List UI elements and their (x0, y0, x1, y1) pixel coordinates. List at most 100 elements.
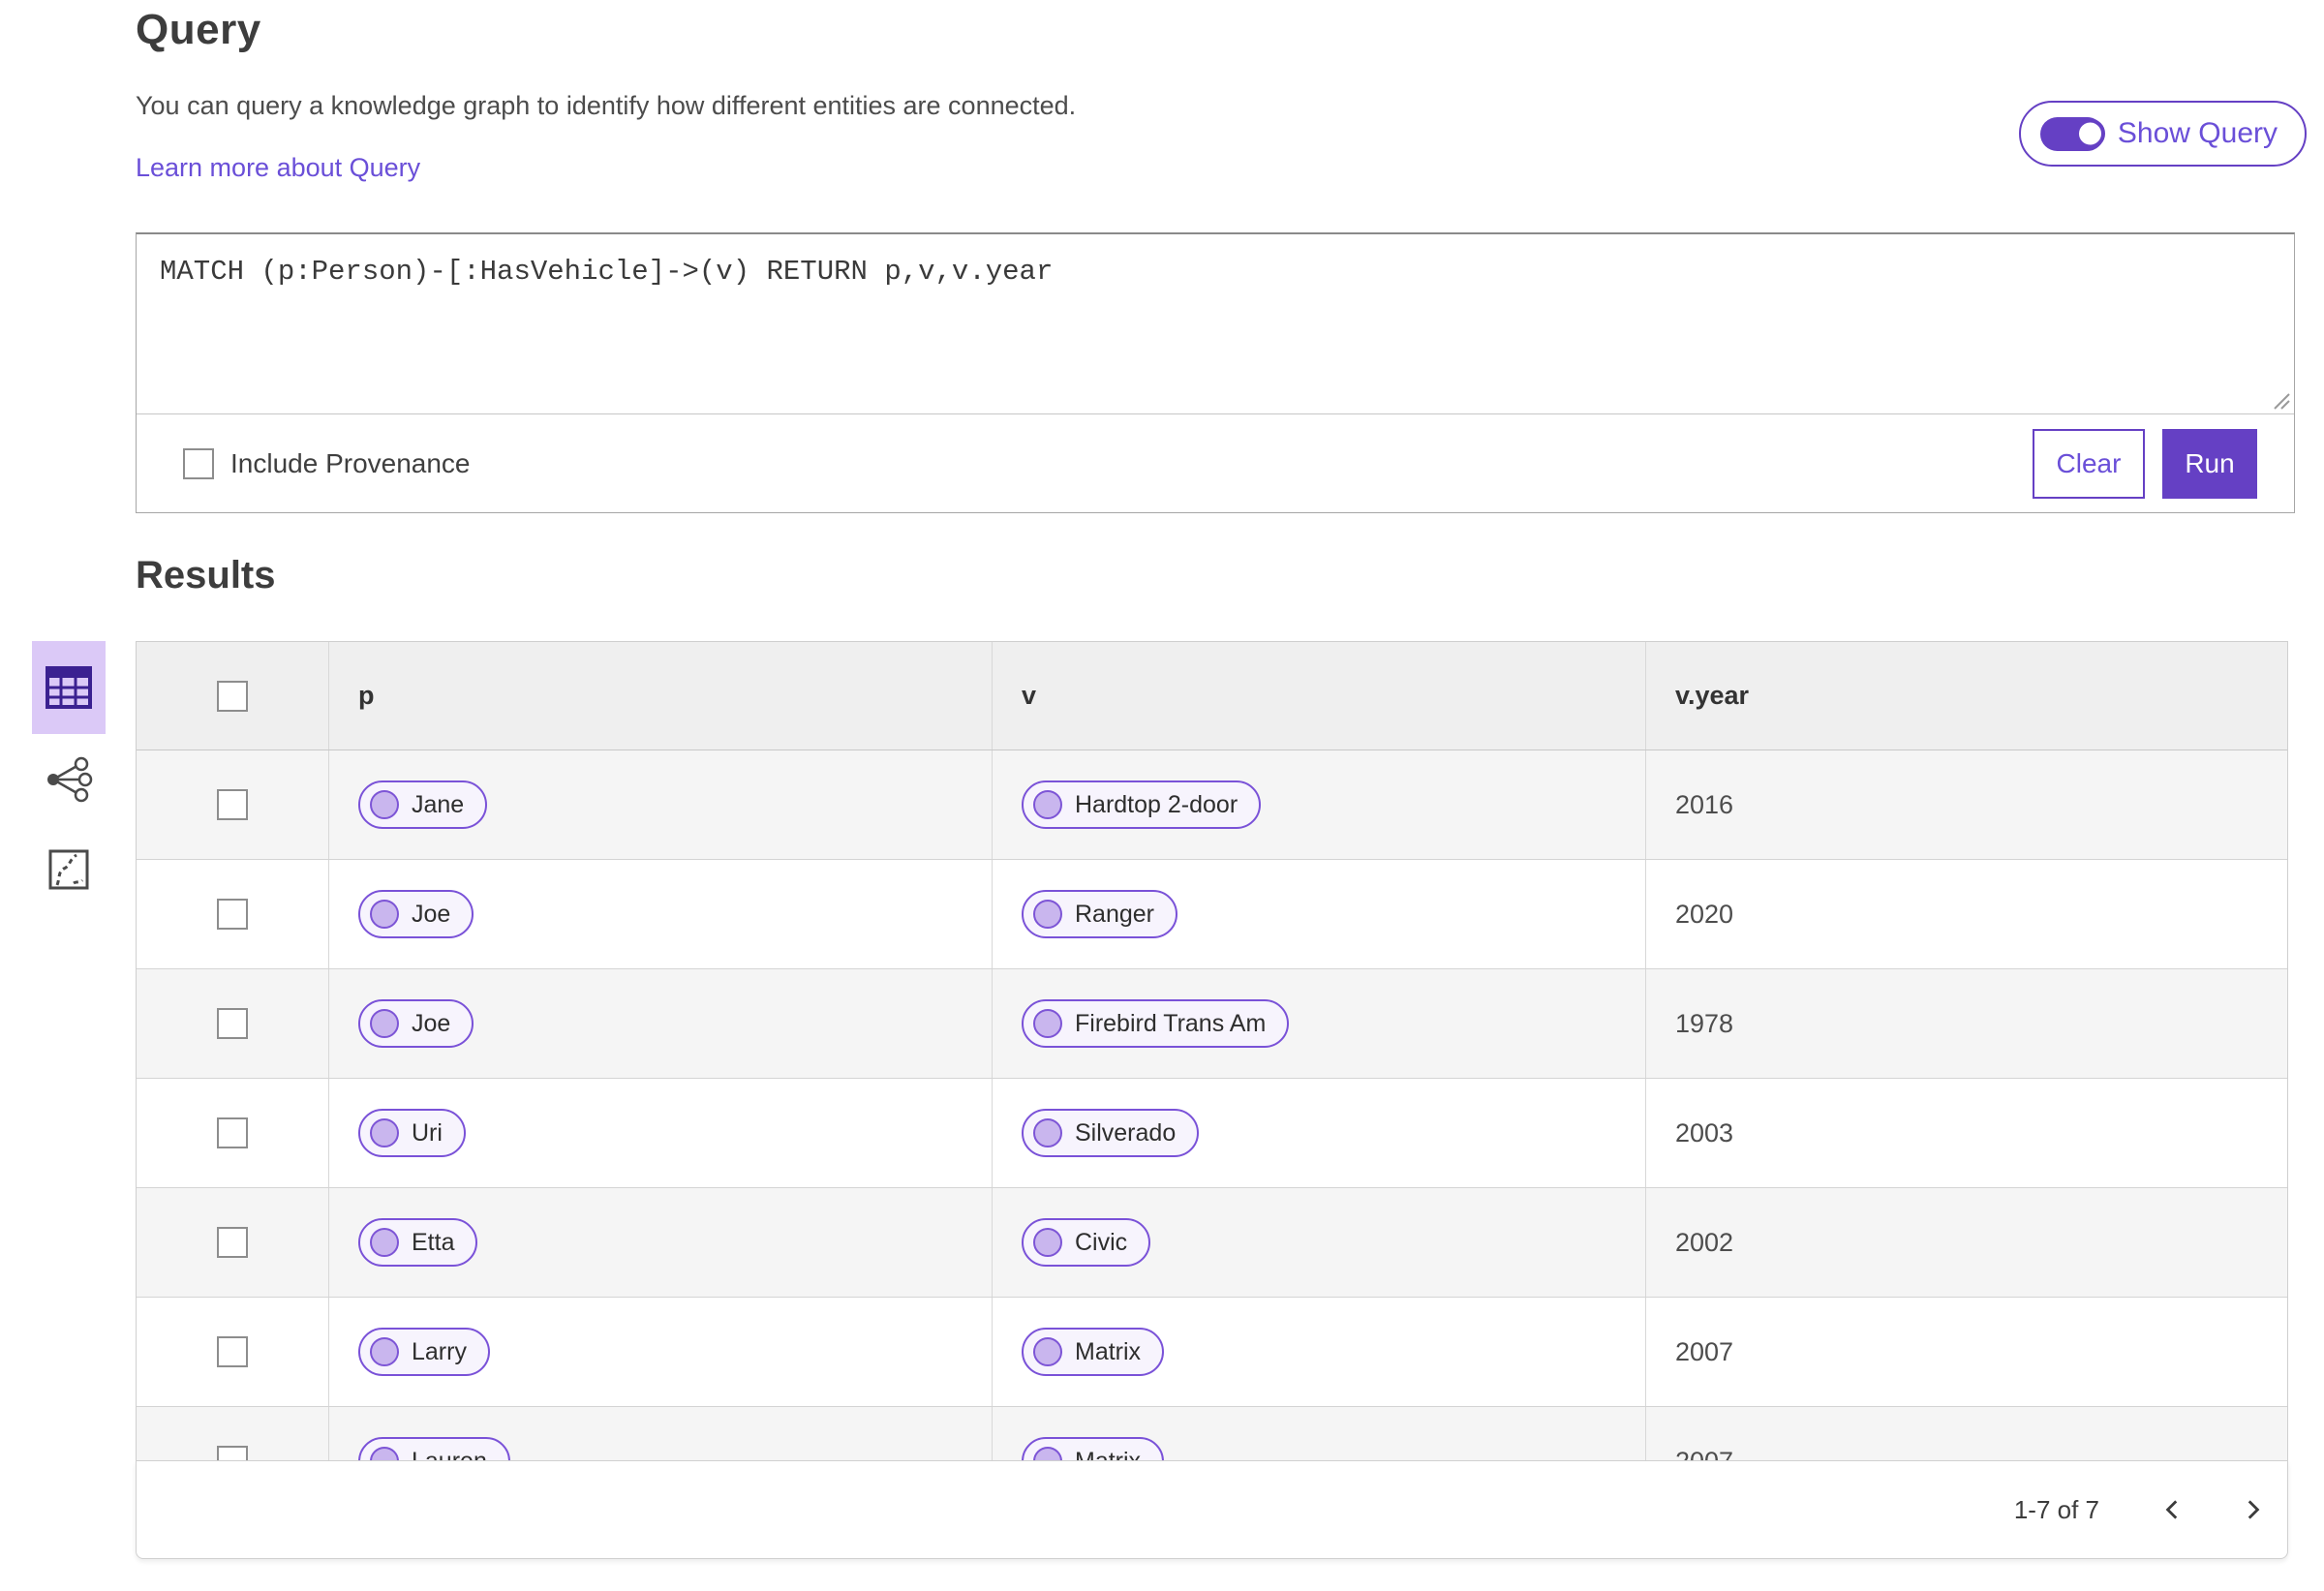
include-provenance-checkbox[interactable] (183, 448, 214, 479)
table-row: Joe Ranger 2020 (137, 860, 2287, 969)
entity-node-icon (1033, 1118, 1062, 1147)
year-cell-value: 2002 (1675, 1227, 1734, 1257)
table-pagination-footer: 1-7 of 7 (136, 1460, 2288, 1559)
vehicle-entity-pill[interactable]: Matrix (1022, 1328, 1165, 1376)
toggle-track-icon[interactable] (2039, 116, 2105, 151)
include-provenance-control[interactable]: Include Provenance (183, 448, 471, 479)
person-entity-pill[interactable]: Larry (358, 1328, 490, 1376)
row-select-cell (137, 750, 329, 859)
v-cell: Ranger (993, 860, 1646, 968)
results-title: Results (136, 554, 276, 597)
query-input[interactable] (137, 234, 2294, 413)
p-cell: Uri (329, 1079, 993, 1187)
v-pill-label: Ranger (1075, 900, 1154, 928)
p-cell: Joe (329, 969, 993, 1078)
person-entity-pill[interactable]: Etta (358, 1218, 478, 1267)
page-title: Query (136, 6, 261, 53)
table-row: Joe Firebird Trans Am 1978 (137, 969, 2287, 1079)
clear-button[interactable]: Clear (2033, 429, 2145, 499)
row-select-cell (137, 1188, 329, 1297)
pagination-range-label: 1-7 of 7 (2013, 1494, 2099, 1524)
p-pill-label: Joe (412, 1009, 451, 1037)
v-cell: Matrix (993, 1407, 1646, 1460)
p-pill-label: Joe (412, 900, 451, 928)
table-view-button[interactable] (32, 641, 106, 734)
p-cell: Jane (329, 750, 993, 859)
p-pill-label: Etta (412, 1228, 455, 1256)
table-row: Larry Matrix 2007 (137, 1298, 2287, 1407)
table-row: Etta Civic 2002 (137, 1188, 2287, 1298)
p-cell: Joe (329, 860, 993, 968)
entity-node-icon (1033, 1228, 1062, 1257)
select-all-checkbox[interactable] (217, 680, 248, 712)
show-query-toggle[interactable]: Show Query (2018, 101, 2307, 167)
show-query-label: Show Query (2117, 117, 2278, 149)
vehicle-entity-pill[interactable]: Firebird Trans Am (1022, 999, 1290, 1048)
map-view-button[interactable] (32, 834, 106, 905)
person-entity-pill[interactable]: Joe (358, 999, 474, 1048)
chevron-left-icon (2165, 1500, 2178, 1519)
table-row: Jane Hardtop 2-door 2016 (137, 750, 2287, 860)
entity-node-icon (370, 1337, 399, 1366)
vehicle-entity-pill[interactable]: Matrix (1022, 1437, 1165, 1460)
query-buttons: Clear Run (2033, 429, 2257, 499)
year-cell: 1978 (1646, 969, 2287, 1078)
vehicle-entity-pill[interactable]: Ranger (1022, 890, 1177, 938)
row-checkbox[interactable] (217, 789, 248, 820)
network-view-icon (47, 756, 93, 803)
p-cell: Etta (329, 1188, 993, 1297)
row-select-cell (137, 1407, 329, 1460)
row-checkbox[interactable] (217, 1227, 248, 1258)
year-cell: 2007 (1646, 1298, 2287, 1406)
row-checkbox[interactable] (217, 1336, 248, 1367)
include-provenance-label: Include Provenance (230, 448, 471, 478)
query-panel-footer: Include Provenance Clear Run (137, 414, 2294, 513)
year-cell-value: 2003 (1675, 1117, 1734, 1147)
row-select-cell (137, 860, 329, 968)
chevron-right-icon (2248, 1500, 2260, 1519)
entity-node-icon (370, 900, 399, 929)
p-pill-label: Lauren (412, 1448, 487, 1461)
table-header-row: p v v.year (137, 642, 2287, 750)
column-header-v: v (993, 642, 1646, 750)
table-view-icon (46, 666, 92, 709)
row-select-cell (137, 1079, 329, 1187)
resize-grip-icon[interactable] (2273, 392, 2290, 410)
entity-node-icon (370, 1447, 399, 1460)
person-entity-pill[interactable]: Jane (358, 780, 488, 829)
query-editor-wrap (137, 234, 2294, 414)
v-pill-label: Civic (1075, 1228, 1128, 1256)
vehicle-entity-pill[interactable]: Silverado (1022, 1109, 1200, 1157)
entity-node-icon (370, 1009, 399, 1038)
year-cell-value: 2007 (1675, 1336, 1734, 1366)
table-body: Jane Hardtop 2-door 2016 Joe Ranger 2020… (137, 750, 2287, 1460)
toggle-knob (2074, 118, 2105, 149)
row-checkbox[interactable] (217, 899, 248, 930)
select-all-cell (137, 642, 329, 750)
network-view-button[interactable] (32, 744, 106, 815)
next-page-button[interactable] (2235, 1492, 2270, 1527)
vehicle-entity-pill[interactable]: Hardtop 2-door (1022, 780, 1262, 829)
person-entity-pill[interactable]: Uri (358, 1109, 466, 1157)
v-cell: Hardtop 2-door (993, 750, 1646, 859)
person-entity-pill[interactable]: Lauren (358, 1437, 510, 1460)
table-row: Lauren Matrix 2007 (137, 1407, 2287, 1460)
row-checkbox[interactable] (217, 1117, 248, 1148)
p-pill-label: Larry (412, 1337, 467, 1365)
run-button[interactable]: Run (2162, 429, 2257, 499)
year-cell: 2016 (1646, 750, 2287, 859)
year-cell-value: 2016 (1675, 789, 1734, 819)
v-pill-label: Matrix (1075, 1337, 1142, 1365)
person-entity-pill[interactable]: Joe (358, 890, 474, 938)
p-cell: Lauren (329, 1407, 993, 1460)
entity-node-icon (1033, 1337, 1062, 1366)
results-table: p v v.year Jane Hardtop 2-door 2016 Joe … (136, 641, 2288, 1559)
previous-page-button[interactable] (2156, 1492, 2190, 1527)
vehicle-entity-pill[interactable]: Civic (1022, 1218, 1151, 1267)
row-checkbox[interactable] (217, 1008, 248, 1039)
learn-more-link[interactable]: Learn more about Query (136, 153, 420, 183)
row-checkbox[interactable] (217, 1446, 248, 1460)
p-pill-label: Uri (412, 1118, 443, 1147)
entity-node-icon (370, 1118, 399, 1147)
query-panel: Include Provenance Clear Run (136, 232, 2295, 513)
